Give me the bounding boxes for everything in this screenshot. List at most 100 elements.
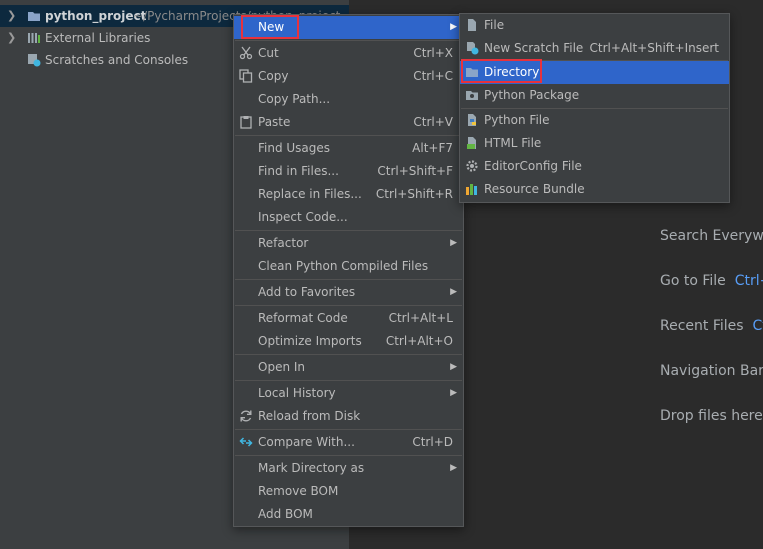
menu-item-shortcut: Ctrl+Shift+F [377, 164, 453, 178]
menu-item-label: Reload from Disk [258, 409, 361, 423]
python-file-icon [468, 114, 476, 126]
submenu-arrow-icon: ▶ [450, 362, 457, 372]
menu-item-cut[interactable]: Cut Ctrl+X [234, 42, 463, 65]
menu-item-shortcut: Ctrl+X [413, 46, 453, 60]
menu-item-paste[interactable]: Paste Ctrl+V [234, 111, 463, 134]
menu-item-label: Clean Python Compiled Files [258, 259, 429, 273]
menu-item-reformat-code[interactable]: Reformat Code Ctrl+Alt+L [234, 307, 463, 330]
submenu-item-resource-bundle[interactable]: Resource Bundle [460, 178, 729, 201]
file-icon [468, 19, 476, 31]
submenu-item-new-scratch-file[interactable]: New Scratch File Ctrl+Alt+Shift+Insert [460, 37, 729, 60]
menu-item-label: Paste [258, 115, 291, 129]
menu-separator [235, 279, 462, 280]
menu-item-label: Open In [258, 360, 306, 374]
menu-separator [235, 429, 462, 430]
menu-item-copy-path[interactable]: Copy Path... [234, 88, 463, 111]
menu-item-label: Python Package [484, 88, 580, 102]
menu-item-replace-in-files[interactable]: Replace in Files... Ctrl+Shift+R [234, 183, 463, 206]
menu-separator [235, 455, 462, 456]
compare-icon [239, 437, 253, 447]
menu-item-label: Mark Directory as [258, 461, 365, 475]
copy-icon [239, 69, 253, 83]
gear-icon [466, 160, 478, 172]
menu-item-remove-bom[interactable]: Remove BOM [234, 480, 463, 503]
new-submenu: File New Scratch File Ctrl+Alt+Shift+Ins… [459, 13, 730, 203]
menu-item-local-history[interactable]: Local History ▶ [234, 382, 463, 405]
menu-item-label: Optimize Imports [258, 334, 362, 348]
resource-bundle-icon [466, 184, 477, 195]
menu-item-mark-directory-as[interactable]: Mark Directory as ▶ [234, 457, 463, 480]
menu-item-label: EditorConfig File [484, 159, 582, 173]
tree-item-label: Scratches and Consoles [45, 53, 189, 67]
menu-item-label: Local History [258, 386, 336, 400]
menu-item-label: Reformat Code [258, 311, 348, 325]
menu-item-find-in-files[interactable]: Find in Files... Ctrl+Shift+F [234, 160, 463, 183]
menu-item-label: Add to Favorites [258, 285, 356, 299]
chevron-right-icon[interactable]: ❯ [7, 5, 17, 27]
html-file-icon [467, 137, 476, 149]
menu-item-copy[interactable]: Copy Ctrl+C [234, 65, 463, 88]
menu-item-label: Python File [484, 113, 550, 127]
tree-item-label: External Libraries [45, 31, 151, 45]
menu-separator [235, 135, 462, 136]
scratches-icon [28, 54, 41, 67]
menu-item-shortcut: Alt+F7 [412, 141, 453, 155]
menu-item-inspect-code[interactable]: Inspect Code... [234, 206, 463, 229]
hint-drop-files: Drop files here t [660, 408, 763, 424]
paste-icon [240, 116, 252, 129]
menu-item-shortcut: Ctrl+Alt+Shift+Insert [589, 41, 719, 55]
menu-item-shortcut: Ctrl+Shift+R [375, 187, 453, 201]
menu-item-label: Compare With... [258, 435, 355, 449]
menu-item-label: Add BOM [258, 507, 313, 521]
menu-item-add-bom[interactable]: Add BOM [234, 503, 463, 526]
menu-item-label: Copy Path... [258, 92, 331, 106]
menu-item-open-in[interactable]: Open In ▶ [234, 356, 463, 379]
library-icon [28, 33, 40, 43]
highlight-box-directory [461, 59, 542, 83]
menu-item-reload-from-disk[interactable]: Reload from Disk [234, 405, 463, 428]
menu-item-label: Remove BOM [258, 484, 339, 498]
hint-shortcut: Ctr [752, 318, 763, 334]
menu-item-shortcut: Ctrl+Alt+O [385, 334, 453, 348]
menu-item-label: Copy [258, 69, 289, 83]
submenu-arrow-icon: ▶ [450, 463, 457, 473]
scissors-icon [239, 46, 253, 60]
package-icon [466, 91, 478, 100]
scratch-file-icon [467, 42, 479, 55]
menu-item-label: Cut [258, 46, 279, 60]
menu-item-label: New Scratch File [484, 41, 584, 55]
menu-item-optimize-imports[interactable]: Optimize Imports Ctrl+Alt+O [234, 330, 463, 353]
menu-item-add-to-favorites[interactable]: Add to Favorites ▶ [234, 281, 463, 304]
menu-item-refactor[interactable]: Refactor ▶ [234, 232, 463, 255]
submenu-arrow-icon: ▶ [450, 287, 457, 297]
project-root-name: python_project [45, 9, 147, 23]
menu-separator [235, 305, 462, 306]
reload-icon [240, 410, 252, 422]
chevron-right-icon[interactable]: ❯ [7, 27, 17, 49]
submenu-item-editorconfig-file[interactable]: EditorConfig File [460, 155, 729, 178]
folder-icon [28, 12, 40, 21]
hint-navigation-bar: Navigation Bar [660, 363, 763, 379]
menu-item-shortcut: Ctrl+V [413, 115, 453, 129]
menu-item-find-usages[interactable]: Find Usages Alt+F7 [234, 137, 463, 160]
submenu-arrow-icon: ▶ [450, 238, 457, 248]
hint-recent-files: Recent Files Ctr [660, 318, 763, 334]
submenu-item-python-package[interactable]: Python Package [460, 84, 729, 107]
submenu-arrow-icon: ▶ [450, 22, 457, 32]
menu-item-shortcut: Ctrl+Alt+L [388, 311, 453, 325]
highlight-box-new [241, 15, 299, 39]
menu-item-label: Refactor [258, 236, 309, 250]
submenu-item-python-file[interactable]: Python File [460, 109, 729, 132]
menu-item-compare-with[interactable]: Compare With... Ctrl+D [234, 431, 463, 454]
menu-item-label: Resource Bundle [484, 182, 585, 196]
menu-item-clean-compiled[interactable]: Clean Python Compiled Files [234, 255, 463, 278]
menu-item-shortcut: Ctrl+C [413, 69, 453, 83]
submenu-item-html-file[interactable]: HTML File [460, 132, 729, 155]
submenu-item-file[interactable]: File [460, 14, 729, 37]
menu-item-label: File [484, 18, 505, 32]
menu-item-label: Inspect Code... [258, 210, 348, 224]
menu-item-shortcut: Ctrl+D [412, 435, 453, 449]
hint-shortcut: Ctrl+S [734, 273, 763, 289]
menu-item-label: Find Usages [258, 141, 331, 155]
menu-separator [235, 380, 462, 381]
